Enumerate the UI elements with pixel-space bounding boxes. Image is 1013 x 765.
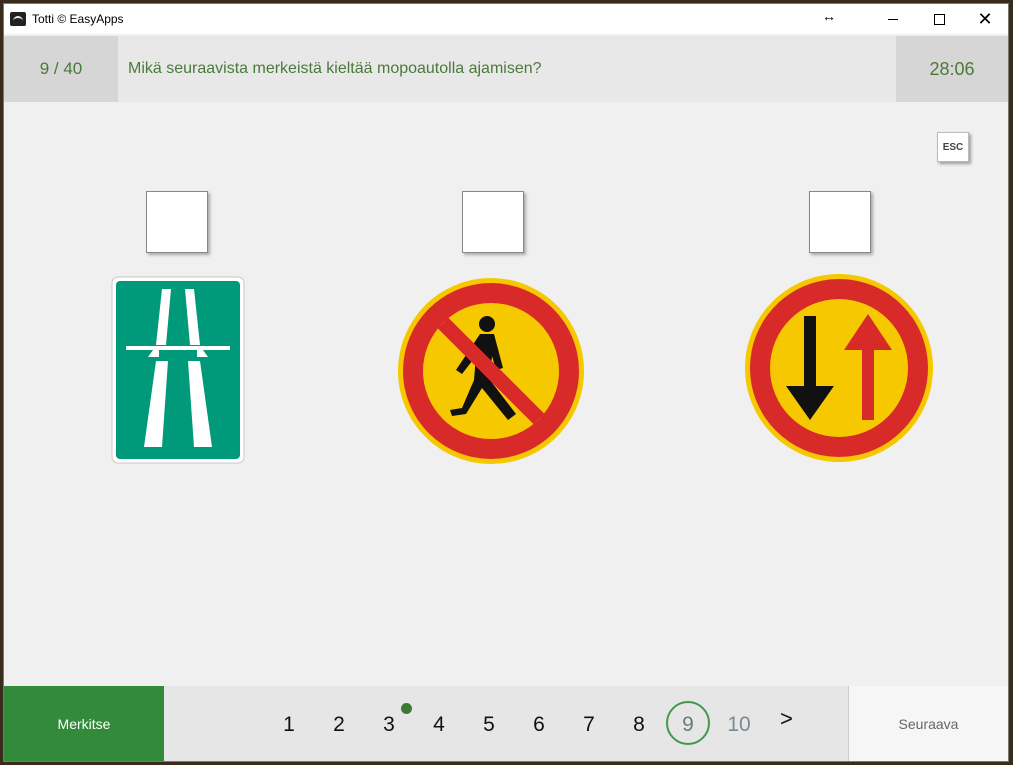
footer-bar: Merkitse 1 2 3 4 5 6 7 8 9 10 > Seuraava — [4, 686, 1008, 761]
close-icon: ✕ — [977, 9, 993, 29]
app-logo-icon — [10, 12, 26, 26]
option-3-checkbox[interactable] — [809, 191, 871, 253]
answered-indicator-dot — [401, 703, 412, 714]
no-pedestrians-sign[interactable] — [396, 276, 586, 466]
page-link-1[interactable]: 1 — [269, 708, 309, 742]
resize-arrows-icon[interactable]: ↔ — [822, 8, 836, 24]
page-link-5[interactable]: 5 — [469, 708, 509, 742]
esc-button[interactable]: ESC — [937, 132, 969, 162]
next-pages-arrow-icon[interactable]: > — [780, 706, 793, 732]
motorway-sign[interactable] — [110, 275, 246, 465]
page-link-8[interactable]: 8 — [619, 708, 659, 742]
close-button[interactable]: ✕ — [962, 4, 1008, 34]
page-link-7[interactable]: 7 — [569, 708, 609, 742]
question-text: Mikä seuraavista merkeistä kieltää mopoa… — [128, 60, 542, 77]
next-question-button[interactable]: Seuraava — [848, 686, 1008, 761]
title-bar[interactable]: Totti © EasyApps ↔ ✕ — [4, 4, 1008, 34]
page-link-2[interactable]: 2 — [319, 708, 359, 742]
question-counter: 9 / 40 — [4, 36, 118, 102]
window-title: Totti © EasyApps — [32, 12, 124, 26]
maximize-icon — [933, 13, 945, 25]
minimize-icon — [888, 18, 898, 20]
option-1-checkbox[interactable] — [146, 191, 208, 253]
minimize-button[interactable] — [870, 4, 916, 34]
app-window: Totti © EasyApps ↔ ✕ 9 / 40 Mikä seuraav… — [3, 3, 1009, 762]
page-link-4[interactable]: 4 — [419, 708, 459, 742]
page-link-10[interactable]: 10 — [719, 708, 759, 742]
maximize-button[interactable] — [916, 4, 962, 34]
page-link-9-current[interactable]: 9 — [666, 701, 710, 745]
option-2-checkbox[interactable] — [462, 191, 524, 253]
question-header: 9 / 40 Mikä seuraavista merkeistä kieltä… — [4, 36, 1008, 102]
exam-timer: 28:06 — [896, 36, 1008, 102]
priority-for-oncoming-traffic-sign[interactable] — [743, 272, 935, 464]
page-link-6[interactable]: 6 — [519, 708, 559, 742]
